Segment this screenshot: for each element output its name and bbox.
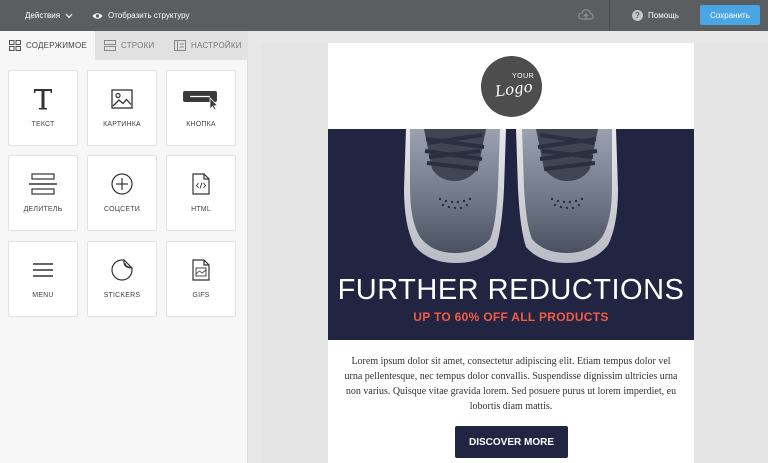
- block-divider-label: ДЕЛИТЕЛЬ: [23, 206, 63, 213]
- block-stickers-label: STICKERS: [103, 292, 141, 299]
- block-stickers[interactable]: STICKERS: [87, 241, 157, 317]
- actions-menu[interactable]: Действия: [25, 0, 73, 31]
- block-gifs-label: GIFS: [192, 292, 210, 299]
- tab-settings-label: НАСТРОЙКИ: [191, 41, 242, 50]
- panel-tabs: СОДЕРЖИМОЕ СТРОКИ НАСТРОЙКИ: [0, 31, 248, 60]
- hero-banner[interactable]: FURTHER REDUCTIONS UP TO 60% OFF ALL PRO…: [328, 129, 694, 340]
- text-icon: [9, 85, 77, 113]
- block-gifs[interactable]: GIFS: [166, 241, 236, 317]
- actions-label: Действия: [25, 11, 61, 20]
- block-html-label: HTML: [191, 206, 211, 213]
- block-html[interactable]: HTML: [166, 155, 236, 231]
- tab-settings[interactable]: НАСТРОЙКИ: [165, 31, 248, 60]
- settings-panel-icon: [174, 40, 186, 51]
- discover-more-button[interactable]: DISCOVER MORE: [455, 426, 568, 458]
- help-label: Помощь: [648, 11, 679, 20]
- rows-icon: [104, 40, 116, 51]
- divider-icon: [9, 170, 77, 198]
- hero-title: FURTHER REDUCTIONS: [337, 274, 685, 306]
- block-image-label: КАРТИНКА: [103, 121, 141, 128]
- sticker-icon: [88, 256, 156, 284]
- hero-subtitle: UP TO 60% OFF ALL PRODUCTS: [413, 310, 609, 324]
- save-button[interactable]: Сохранить: [700, 5, 760, 25]
- block-text-label: ТЕКСТ: [31, 121, 55, 128]
- logo-word: Logo: [493, 77, 534, 101]
- cloud-upload-icon[interactable]: [578, 8, 594, 22]
- block-button-label: КНОПКА: [186, 121, 216, 128]
- block-divider[interactable]: ДЕЛИТЕЛЬ: [8, 155, 78, 231]
- show-structure-label: Отобразить структуру: [108, 11, 190, 20]
- gif-file-icon: [167, 256, 235, 284]
- show-structure-toggle[interactable]: Отобразить структуру: [92, 0, 189, 31]
- chevron-down-icon: [65, 13, 73, 18]
- eye-icon: [92, 12, 103, 19]
- tab-rows-label: СТРОКИ: [121, 41, 155, 50]
- block-social[interactable]: СОЦСЕТИ: [87, 155, 157, 231]
- grid-icon: [9, 40, 21, 51]
- tab-rows[interactable]: СТРОКИ: [95, 31, 165, 60]
- content-panel: СОДЕРЖИМОЕ СТРОКИ НАСТРОЙКИ ТЕКСТ КАРТИН…: [0, 31, 248, 463]
- email-canvas[interactable]: YOUR Logo FURTHER REDUCTIONS UP TO 60% O…: [328, 43, 694, 463]
- help-icon: ?: [632, 10, 643, 21]
- block-text[interactable]: ТЕКСТ: [8, 70, 78, 146]
- html-file-icon: [167, 170, 235, 198]
- block-social-label: СОЦСЕТИ: [104, 206, 140, 213]
- help-button[interactable]: ? Помощь: [632, 0, 679, 31]
- tab-content[interactable]: СОДЕРЖИМОЕ: [0, 31, 95, 60]
- logo[interactable]: YOUR Logo: [481, 56, 542, 117]
- block-menu-label: MENU: [32, 292, 54, 299]
- top-toolbar: Действия Отобразить структуру ? Помощь С…: [0, 0, 768, 31]
- button-icon: [167, 85, 235, 113]
- block-button[interactable]: КНОПКА: [166, 70, 236, 146]
- plus-circle-icon: [88, 170, 156, 198]
- block-menu[interactable]: MENU: [8, 241, 78, 317]
- sneakers-image: [404, 129, 618, 263]
- menu-icon: [9, 256, 77, 284]
- tab-content-label: СОДЕРЖИМОЕ: [26, 41, 88, 50]
- email-body-text[interactable]: Lorem ipsum dolor sit amet, consectetur …: [344, 354, 678, 414]
- image-icon: [88, 85, 156, 113]
- block-image[interactable]: КАРТИНКА: [87, 70, 157, 146]
- toolbar-divider: [609, 0, 610, 31]
